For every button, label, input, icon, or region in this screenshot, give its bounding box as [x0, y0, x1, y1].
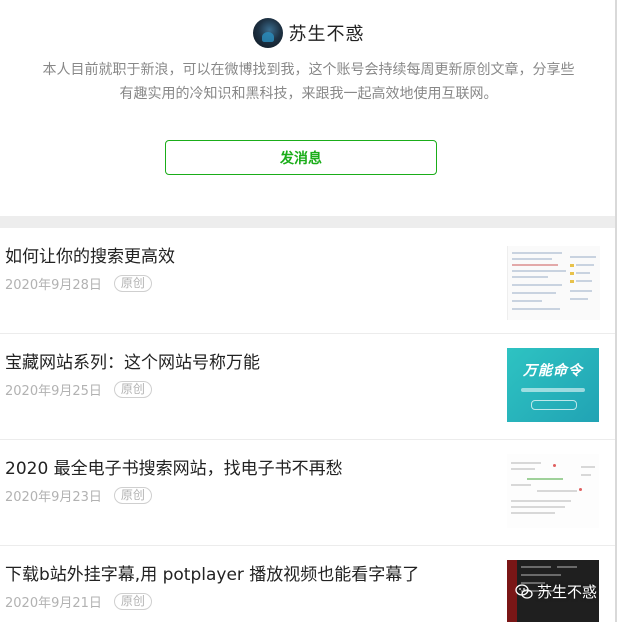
account-name-row: 苏生不惑	[0, 18, 617, 48]
original-badge: 原创	[113, 275, 152, 292]
article-meta: 2020年9月21日 原创	[5, 592, 152, 611]
wechat-icon	[515, 583, 533, 599]
account-bio: 本人目前就职于新浪，可以在微博找到我，这个账号会持续每周更新原创文章，分享些 有…	[10, 58, 607, 106]
article-meta: 2020年9月23日 原创	[5, 486, 152, 505]
profile-header: 苏生不惑 本人目前就职于新浪，可以在微博找到我，这个账号会持续每周更新原创文章，…	[0, 0, 617, 216]
avatar[interactable]	[252, 18, 283, 48]
article-thumbnail[interactable]: 万能命令	[507, 348, 599, 422]
original-badge: 原创	[113, 487, 152, 504]
article-date: 2020年9月21日	[5, 596, 102, 611]
bio-line-1: 本人目前就职于新浪，可以在微博找到我，这个账号会持续每周更新原创文章，分享些	[42, 62, 575, 78]
article-title[interactable]: 如何让你的搜索更高效	[5, 242, 175, 267]
article-title[interactable]: 下载b站外挂字幕,用 potplayer 播放视频也能看字幕了	[5, 560, 419, 585]
article-item[interactable]: 如何让你的搜索更高效 2020年9月28日 原创	[0, 228, 615, 333]
bio-line-2: 有趣实用的冷知识和黑科技，来跟我一起高效地使用互联网。	[119, 86, 498, 102]
original-badge: 原创	[113, 381, 152, 398]
send-message-button[interactable]: 发消息	[165, 140, 437, 175]
wechat-watermark: 苏生不惑	[515, 581, 597, 602]
article-meta: 2020年9月28日 原创	[5, 274, 152, 293]
article-title[interactable]: 宝藏网站系列：这个网站号称万能	[5, 348, 260, 373]
original-badge: 原创	[113, 593, 152, 610]
article-date: 2020年9月25日	[5, 384, 102, 399]
thumbnail-title: 万能命令	[523, 363, 583, 379]
watermark-text: 苏生不惑	[536, 583, 597, 601]
article-thumbnail[interactable]	[507, 246, 600, 320]
article-title[interactable]: 2020 最全电子书搜索网站，找电子书不再愁	[5, 454, 343, 479]
article-meta: 2020年9月25日 原创	[5, 380, 152, 399]
article-item[interactable]: 宝藏网站系列：这个网站号称万能 2020年9月25日 原创 万能命令	[0, 334, 615, 439]
article-item[interactable]: 2020 最全电子书搜索网站，找电子书不再愁 2020年9月23日 原创	[0, 440, 615, 545]
article-thumbnail[interactable]	[507, 454, 599, 528]
section-divider	[0, 216, 617, 228]
article-date: 2020年9月28日	[5, 278, 102, 293]
article-date: 2020年9月23日	[5, 490, 102, 505]
account-name[interactable]: 苏生不惑	[289, 20, 365, 46]
